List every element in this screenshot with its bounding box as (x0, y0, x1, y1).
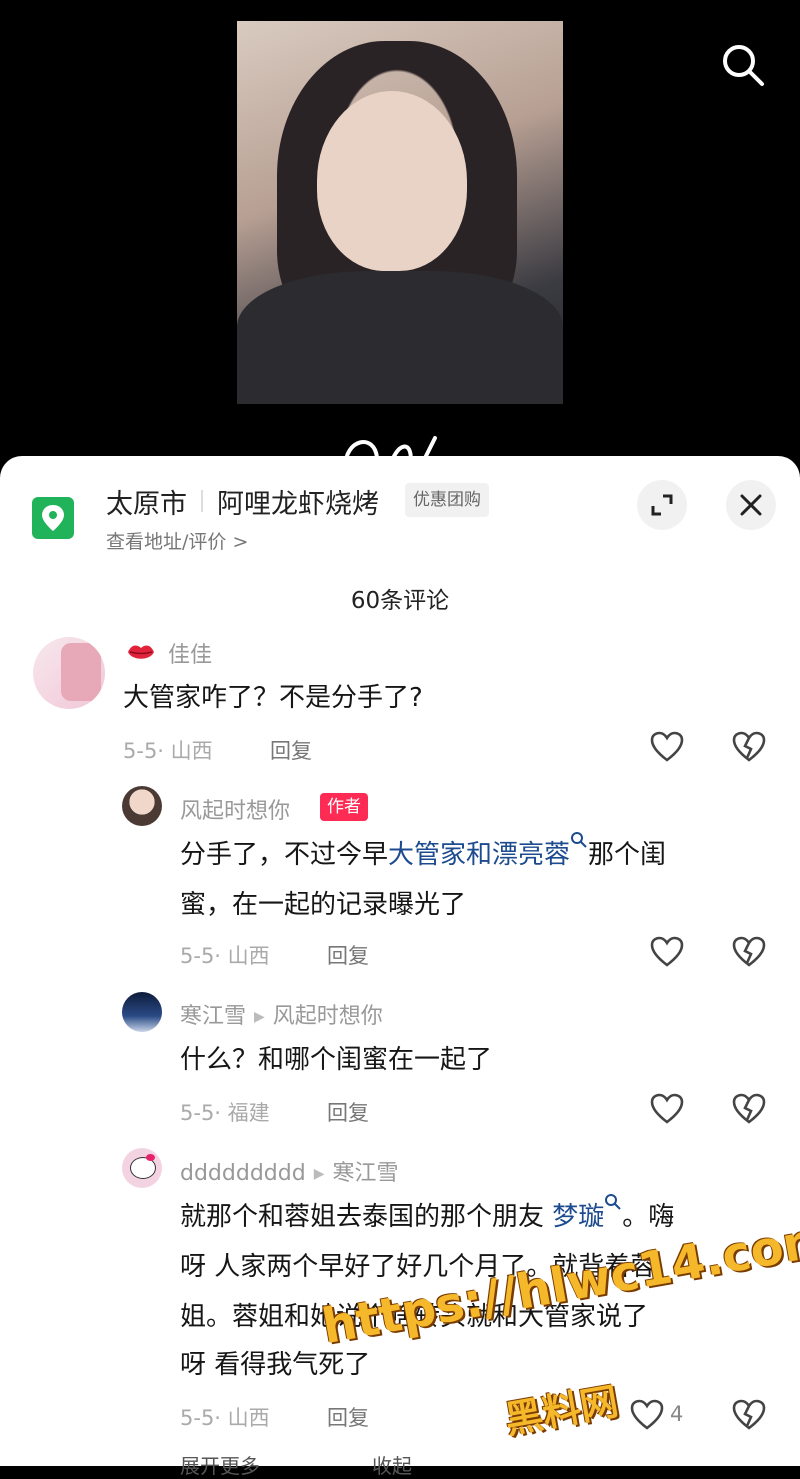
heart-icon[interactable] (630, 1399, 664, 1431)
lips-icon (128, 645, 154, 659)
comment-text: 什么？和哪个闺蜜在一起了 (180, 1045, 493, 1075)
photo-face (317, 91, 467, 271)
close-icon (740, 494, 762, 516)
comment-username[interactable]: 寒江雪 ▶ 风起时想你 (180, 998, 383, 1030)
comment-count: 60条评论 (350, 588, 450, 614)
like-count: 4 (670, 1402, 684, 1426)
comment-meta: 5-5· 山西 (123, 739, 213, 763)
deal-tag[interactable]: 优惠团购 (405, 483, 489, 517)
location-city[interactable]: 太原市 (106, 482, 187, 521)
reply-button[interactable]: 回复 (270, 735, 312, 765)
search-icon[interactable] (720, 42, 766, 88)
avatar[interactable] (122, 1148, 162, 1188)
reply-button[interactable]: 回复 (327, 1097, 369, 1127)
comment-username[interactable]: ddddddddd ▶ 寒江雪 (180, 1155, 398, 1187)
comment-text-line: 蜜，在一起的记录曝光了 (180, 890, 467, 920)
search-link[interactable]: 梦璇 (552, 1202, 604, 1232)
reply-arrow-icon: ▶ (254, 1009, 265, 1025)
avatar[interactable] (122, 992, 162, 1032)
map-pin-icon (32, 497, 74, 539)
expand-more-button[interactable]: 展开更多 (180, 1450, 260, 1479)
author-badge: 作者 (320, 793, 368, 821)
location-name[interactable]: 阿哩龙虾烧烤 (217, 482, 379, 521)
search-link[interactable]: 大管家和漂亮蓉 (388, 840, 570, 870)
comment-username[interactable]: 佳佳 (168, 637, 212, 669)
video-area[interactable] (0, 0, 800, 470)
avatar[interactable] (122, 786, 162, 826)
comment-username[interactable]: 风起时想你 (180, 793, 290, 825)
comment-text: 分手了，不过今早大管家和漂亮蓉 那个闺 (180, 830, 666, 880)
dislike-broken-heart-icon[interactable] (732, 936, 766, 968)
search-icon (571, 832, 587, 848)
photo-jacket (237, 271, 563, 404)
comment-meta: 5-5· 福建 (180, 1101, 270, 1125)
reply-button[interactable]: 回复 (327, 1402, 369, 1432)
comment-meta: 5-5· 山西 (180, 944, 270, 968)
dislike-broken-heart-icon[interactable] (732, 1399, 766, 1431)
avatar[interactable] (33, 637, 105, 709)
location-divider (201, 490, 203, 512)
reply-arrow-icon: ▶ (313, 1166, 325, 1182)
dislike-broken-heart-icon[interactable] (732, 731, 766, 763)
close-button[interactable] (726, 480, 776, 530)
video-frame-photo (237, 21, 563, 404)
view-address-link[interactable]: 查看地址/评价 > (106, 527, 248, 554)
heart-icon[interactable] (650, 936, 684, 968)
comment-meta: 5-5· 山西 (180, 1406, 270, 1430)
dislike-broken-heart-icon[interactable] (732, 1093, 766, 1125)
search-icon (605, 1194, 621, 1210)
expand-icon (651, 494, 673, 516)
expand-button[interactable] (637, 480, 687, 530)
heart-icon[interactable] (650, 731, 684, 763)
heart-icon[interactable] (650, 1093, 684, 1125)
comment-text: 就那个和蓉姐去泰国的那个朋友 梦璇 。嗨 (180, 1192, 674, 1242)
reply-button[interactable]: 回复 (327, 940, 369, 970)
comment-text: 大管家咋了？不是分手了? (123, 683, 423, 713)
collapse-button[interactable]: 收起 (372, 1450, 412, 1479)
